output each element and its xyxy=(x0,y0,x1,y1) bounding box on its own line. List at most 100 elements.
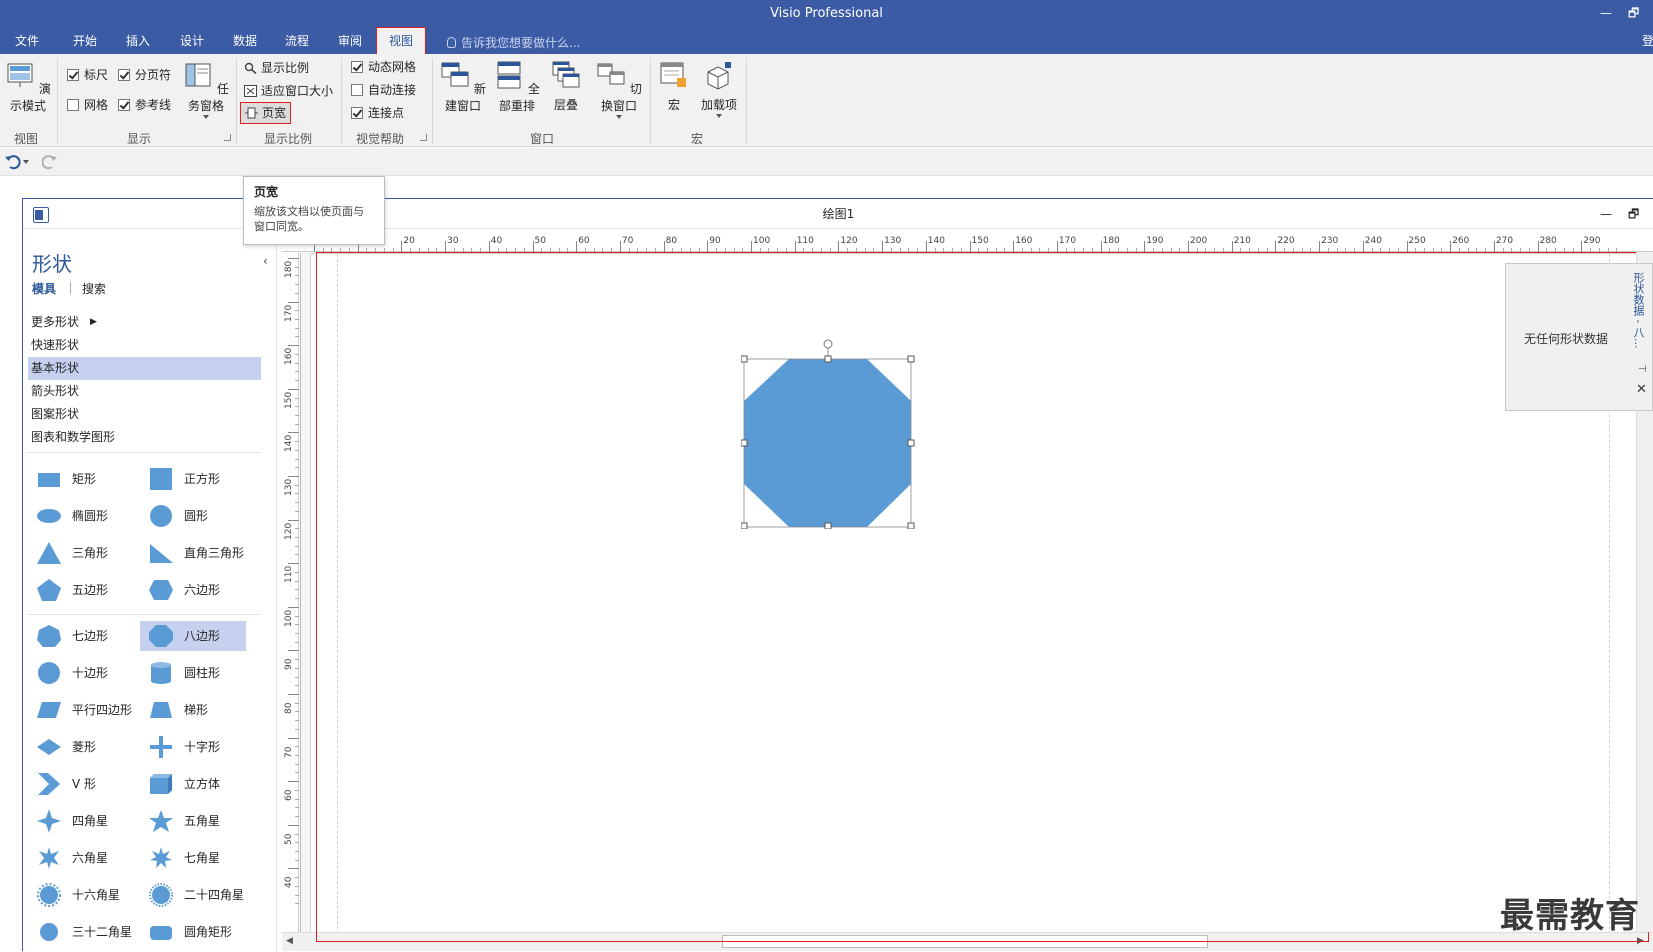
category-quick-shapes[interactable]: 快速形状 xyxy=(28,334,261,357)
restore-button[interactable]: 🗗 xyxy=(1628,0,1639,27)
shape-circle[interactable]: 圆形 xyxy=(140,501,250,531)
octagon-icon xyxy=(149,625,173,647)
shape-4-point-star[interactable]: 四角星 xyxy=(28,806,128,836)
macros-button[interactable]: 宏 xyxy=(656,60,692,113)
shape-decagon[interactable]: 十边形 xyxy=(28,658,128,688)
tab-file[interactable]: 文件 xyxy=(15,32,39,50)
category-basic-shapes[interactable]: 基本形状 xyxy=(28,357,261,380)
shape-7-point-star[interactable]: 七角星 xyxy=(140,843,250,873)
cascade-button[interactable]: 层叠 xyxy=(546,60,586,113)
shape-trapezoid[interactable]: 梯形 xyxy=(140,695,250,725)
undo-icon[interactable] xyxy=(4,154,22,170)
page-width-icon xyxy=(245,107,258,119)
scroll-left-icon[interactable]: ◀ xyxy=(286,936,293,946)
shape-pentagon[interactable]: 五边形 xyxy=(28,575,128,605)
close-icon[interactable]: ✕ xyxy=(1636,382,1647,397)
grid-checkbox[interactable]: 网格 xyxy=(67,98,108,112)
shape-diamond[interactable]: 菱形 xyxy=(28,732,128,762)
tab-view[interactable]: 视图 xyxy=(375,27,427,55)
ruler-minor-tick xyxy=(716,248,718,252)
doc-minimize-button[interactable]: — xyxy=(1600,199,1612,229)
shape-chevron[interactable]: V 形 xyxy=(28,769,128,799)
tab-design[interactable]: 设计 xyxy=(180,32,204,50)
fit-to-window-button[interactable]: 适应窗口大小 xyxy=(244,83,333,99)
undo-dropdown-icon[interactable] xyxy=(23,160,29,164)
addins-button[interactable]: 加载项 xyxy=(697,60,741,118)
tab-review[interactable]: 审阅 xyxy=(338,32,362,50)
shape-5-point-star[interactable]: 五角星 xyxy=(140,806,250,836)
category-more-shapes[interactable]: 更多形状 ▶ xyxy=(28,311,261,334)
new-window-button[interactable]: 新建窗口 xyxy=(436,60,490,114)
shape-cross[interactable]: 十字形 xyxy=(140,732,250,762)
page-breaks-checkbox[interactable]: 分页符 xyxy=(118,68,171,82)
guides-checkbox[interactable]: 参考线 xyxy=(118,98,171,112)
zoom-button[interactable]: 显示比例 xyxy=(244,60,309,76)
shape-octagon[interactable]: 八边形 xyxy=(140,621,246,651)
connection-points-checkbox[interactable]: 连接点 xyxy=(351,106,404,120)
shape-cylinder[interactable]: 圆柱形 xyxy=(140,658,250,688)
shape-32-point-star[interactable]: 三十二角星 xyxy=(28,917,138,941)
category-arrow-shapes[interactable]: 箭头形状 xyxy=(28,380,261,403)
dynamic-grid-checkbox[interactable]: 动态网格 xyxy=(351,60,416,74)
ellipse-icon xyxy=(37,509,61,523)
ruler-minor-tick xyxy=(1292,248,1294,252)
shape-heptagon[interactable]: 七边形 xyxy=(28,621,128,651)
task-panes-icon xyxy=(185,63,211,87)
shape-right-triangle[interactable]: 直角三角形 xyxy=(140,538,250,568)
lightbulb-icon xyxy=(447,37,456,48)
switch-windows-button[interactable]: 切换窗口 xyxy=(592,60,646,119)
drawing-canvas[interactable] xyxy=(300,253,1653,934)
shape-16-point-star[interactable]: 十六角星 xyxy=(28,880,138,910)
pin-icon[interactable]: ⊣ xyxy=(1638,364,1647,375)
page-width-button[interactable]: 页宽 xyxy=(240,102,292,124)
horizontal-scrollbar[interactable]: ◀ ▶ xyxy=(282,932,1653,951)
shape-6-point-star[interactable]: 六角星 xyxy=(28,843,128,873)
tab-data[interactable]: 数据 xyxy=(233,32,257,50)
ruler-minor-tick xyxy=(340,248,342,252)
tab-stencils[interactable]: 模具 xyxy=(32,280,56,297)
shape-24-point-star[interactable]: 二十四角星 xyxy=(140,880,260,910)
minimize-button[interactable]: — xyxy=(1600,0,1612,27)
shape-hexagon[interactable]: 六边形 xyxy=(140,575,250,605)
vertical-ruler[interactable]: 180 170 160 150 140 130 120 110 100 90 80 70 60 50 40 xyxy=(282,252,299,932)
scroll-right-icon[interactable]: ▶ xyxy=(1637,936,1644,946)
ruler-tick xyxy=(707,241,709,252)
ruler-label: 110 xyxy=(284,566,294,584)
shape-rectangle[interactable]: 矩形 xyxy=(28,464,128,494)
decagon-icon xyxy=(38,662,60,684)
ruler-minor-tick xyxy=(952,248,954,252)
arrange-all-button[interactable]: 全部重排 xyxy=(490,60,544,114)
shape-cube[interactable]: 立方体 xyxy=(140,769,250,799)
shape-square[interactable]: 正方形 xyxy=(140,464,250,494)
category-charts-math[interactable]: 图表和数学图形 xyxy=(28,426,261,449)
shape-rounded-rectangle[interactable]: 圆角矩形 xyxy=(140,917,250,941)
shape-parallelogram[interactable]: 平行四边形 xyxy=(28,695,138,725)
sign-in-link[interactable]: 登 xyxy=(1642,32,1653,50)
drawing-page[interactable] xyxy=(310,253,1646,934)
ruler-minor-tick xyxy=(295,772,299,774)
octagon-shape[interactable] xyxy=(741,339,915,529)
tab-home[interactable]: 开始 xyxy=(73,32,97,50)
tell-me-box[interactable]: 告诉我您想要做什么... xyxy=(447,34,580,51)
shape-triangle[interactable]: 三角形 xyxy=(28,538,128,568)
scroll-thumb[interactable] xyxy=(722,935,1208,948)
redo-icon[interactable] xyxy=(42,154,58,170)
task-panes-button[interactable]: 任务窗格 xyxy=(181,60,231,119)
collapse-pane-icon[interactable]: ‹ xyxy=(263,254,268,268)
tab-insert[interactable]: 插入 xyxy=(126,32,150,50)
doc-maximize-button[interactable]: 🗗 xyxy=(1628,199,1639,229)
ruler-minor-tick xyxy=(295,467,299,469)
dialog-launcher-icon[interactable] xyxy=(420,134,427,141)
ruler-checkbox[interactable]: 标尺 xyxy=(67,68,108,82)
shape-ellipse[interactable]: 椭圆形 xyxy=(28,501,128,531)
presentation-mode-button[interactable]: 演示模式 xyxy=(4,60,52,114)
auto-connect-checkbox[interactable]: 自动连接 xyxy=(351,83,416,97)
tab-process[interactable]: 流程 xyxy=(285,32,309,50)
horizontal-ruler[interactable]: 0102030405060708090100110120130140150160… xyxy=(287,235,1653,252)
category-pattern-shapes[interactable]: 图案形状 xyxy=(28,403,261,426)
dialog-launcher-icon[interactable] xyxy=(224,134,231,141)
ruler-minor-tick xyxy=(295,746,299,748)
ruler-minor-tick xyxy=(418,248,420,252)
tab-search[interactable]: 搜索 xyxy=(82,280,106,297)
six-point-star-icon xyxy=(39,847,59,869)
